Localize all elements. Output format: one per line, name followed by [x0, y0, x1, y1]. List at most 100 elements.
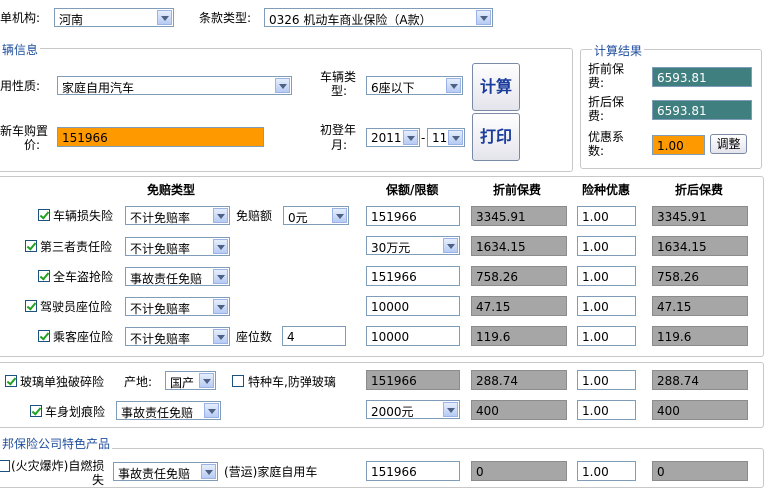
- vehicle-info-title: 辆信息: [0, 41, 41, 58]
- row-checkbox[interactable]: [38, 209, 50, 221]
- chevron-down-icon: [213, 269, 228, 284]
- row-deductible-select[interactable]: 不计免赔率: [125, 237, 230, 256]
- vehicle-type-select[interactable]: 6座以下: [366, 76, 463, 95]
- header-deductible-type: 免赔类型: [147, 183, 196, 197]
- after-fee-label-2: 费:: [588, 109, 605, 123]
- reg-year-select[interactable]: 2011: [366, 128, 420, 147]
- reg-month-value: 11: [432, 131, 448, 145]
- clause-label: 条款类型:: [199, 11, 252, 25]
- row-after-fee: 3345.91: [652, 206, 748, 226]
- seats-input[interactable]: 4: [282, 326, 346, 346]
- chevron-down-icon: [476, 10, 491, 25]
- fire-checkbox[interactable]: [0, 460, 10, 472]
- fire-before-fee: 0: [471, 461, 567, 481]
- row-discount-input[interactable]: 1.00: [577, 326, 636, 346]
- scratch-checkbox[interactable]: [30, 405, 42, 417]
- reg-year-value: 2011: [371, 131, 402, 145]
- chevron-down-icon: [204, 403, 219, 418]
- row-amount-input[interactable]: 10000: [366, 326, 460, 346]
- row-checkbox[interactable]: [25, 300, 37, 312]
- chevron-down-icon: [157, 10, 172, 25]
- row-deductible-value: 不计免赔率: [130, 242, 191, 256]
- header-amount: 保额/限额: [386, 183, 439, 197]
- discount-input[interactable]: 1.00: [652, 135, 705, 155]
- row-checkbox[interactable]: [25, 240, 37, 252]
- scratch-name: 车身划痕险: [45, 405, 106, 419]
- row-checkbox[interactable]: [38, 270, 50, 282]
- vehicle-type-label-2: 型:: [331, 84, 348, 98]
- scratch-amount-select[interactable]: 2000元: [366, 400, 460, 419]
- print-button[interactable]: 打印: [472, 113, 520, 161]
- row-deductible-select[interactable]: 不计免赔率: [125, 327, 230, 346]
- row-checkbox[interactable]: [38, 330, 50, 342]
- after-fee-label-1: 折后保: [588, 95, 625, 109]
- chevron-down-icon: [213, 329, 228, 344]
- before-fee-value: 6593.81: [652, 67, 752, 87]
- scratch-after-fee: 400: [652, 400, 748, 420]
- clause-select[interactable]: 0326 机动车商业保险（A款）: [264, 8, 493, 27]
- price-label-2: 价:: [24, 138, 41, 152]
- chevron-down-icon: [332, 208, 347, 223]
- row-amount-input[interactable]: 151966: [366, 206, 460, 226]
- chevron-down-icon: [275, 78, 290, 93]
- row-discount-input[interactable]: 1.00: [577, 236, 636, 256]
- chevron-down-icon: [201, 464, 216, 479]
- row-deductible-select[interactable]: 不计免赔率: [125, 297, 230, 316]
- scratch-deductible-select[interactable]: 事故责任免赔: [116, 401, 221, 420]
- row-amount-input[interactable]: 10000: [366, 296, 460, 316]
- row-amount-value: 30万元: [371, 241, 411, 255]
- fire-deductible-value: 事故责任免赔: [118, 467, 191, 481]
- fire-amount-input[interactable]: 151966: [366, 461, 460, 481]
- reg-month-select[interactable]: 11: [427, 128, 465, 147]
- row-before-fee: 758.26: [471, 266, 567, 286]
- fire-after-fee: 0: [652, 461, 748, 481]
- row-deductible-select[interactable]: 事故责任免赔: [125, 267, 230, 286]
- fire-discount-input[interactable]: 1.00: [577, 461, 636, 481]
- header-after-fee: 折后保费: [675, 183, 724, 197]
- calculate-button[interactable]: 计算: [472, 63, 520, 111]
- special-vehicle-checkbox[interactable]: [232, 375, 244, 387]
- price-label-1: 新车购置: [0, 124, 49, 138]
- result-title: 计算结果: [592, 42, 645, 59]
- adjust-button[interactable]: 调整: [710, 134, 747, 154]
- reg-date-label-2: 月:: [331, 138, 348, 152]
- header-before-fee: 折前保费: [493, 183, 542, 197]
- chevron-down-icon: [199, 373, 214, 388]
- row-amount-input[interactable]: 151966: [366, 266, 460, 286]
- price-input[interactable]: 151966: [57, 127, 264, 147]
- org-select[interactable]: 河南: [54, 8, 174, 27]
- chevron-down-icon: [213, 239, 228, 254]
- deductible-amount-label: 免赔额: [236, 209, 273, 223]
- row-discount-input[interactable]: 1.00: [577, 266, 636, 286]
- row-after-fee: 119.6: [652, 326, 748, 346]
- row-name: 乘客座位险: [53, 330, 114, 344]
- row-discount-input[interactable]: 1.00: [577, 206, 636, 226]
- fire-deductible-select[interactable]: 事故责任免赔: [113, 462, 218, 481]
- chevron-down-icon: [213, 299, 228, 314]
- row-after-fee: 47.15: [652, 296, 748, 316]
- origin-select[interactable]: 国产: [165, 371, 216, 390]
- row-amount-select[interactable]: 30万元: [366, 236, 460, 255]
- row-deductible-value: 不计免赔率: [130, 332, 191, 346]
- glass-checkbox[interactable]: [5, 375, 17, 387]
- row-before-fee: 3345.91: [471, 206, 567, 226]
- deductible-amount-select[interactable]: 0元: [283, 206, 349, 225]
- reg-date-separator: -: [421, 131, 426, 145]
- glass-after-fee: 288.74: [652, 370, 748, 390]
- glass-amount: 151966: [366, 370, 460, 390]
- seats-label: 座位数: [236, 330, 273, 344]
- scratch-before-fee: 400: [471, 400, 567, 420]
- clause-select-value: 0326 机动车商业保险（A款）: [269, 13, 432, 27]
- reg-date-label-1: 初登年: [320, 123, 357, 137]
- row-name: 第三者责任险: [40, 240, 113, 254]
- origin-value: 国产: [170, 376, 195, 390]
- glass-discount-input[interactable]: 1.00: [577, 370, 636, 390]
- scratch-discount-input[interactable]: 1.00: [577, 400, 636, 420]
- vehicle-type-value: 6座以下: [371, 81, 415, 95]
- special-vehicle-label: 特种车,防弹玻璃: [248, 375, 336, 389]
- row-discount-input[interactable]: 1.00: [577, 296, 636, 316]
- row-deductible-value: 事故责任免赔: [130, 272, 203, 286]
- row-deductible-select[interactable]: 不计免赔率: [125, 206, 230, 225]
- chevron-down-icon: [213, 208, 228, 223]
- use-select[interactable]: 家庭自用汽车: [57, 76, 292, 95]
